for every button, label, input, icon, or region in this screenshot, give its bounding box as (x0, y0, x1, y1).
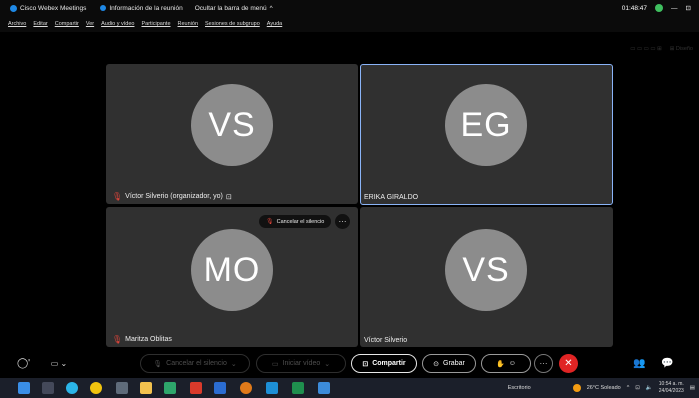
chat-bubble-icon[interactable]: 💬 (658, 354, 677, 373)
system-tray: Escritorio 26°C Soleado ^ ⊡ 🔈 10:54 a. m… (508, 378, 695, 398)
hide-menu-button[interactable]: Ocultar la barra de menú ^ (195, 5, 273, 12)
hand-reaction-group[interactable]: ✋ ☺ (481, 354, 531, 373)
desktop-toolbar[interactable]: Escritorio (508, 385, 531, 391)
chevron-down-icon: ⌄ (230, 360, 237, 368)
menu-archivo[interactable]: Archivo (8, 21, 26, 27)
layout-thumbnails[interactable]: ▭ ▭ ▭ ▭ ⊞ (630, 46, 662, 52)
info-icon (100, 5, 107, 11)
firefox-icon[interactable] (240, 382, 252, 394)
meeting-info-button[interactable]: Información de la reunión (100, 5, 183, 12)
network-icon[interactable]: ⊡ (635, 385, 640, 391)
weather-icon (572, 384, 581, 392)
volume-icon[interactable]: 🔈 (646, 385, 653, 391)
meeting-timer: 01:48:47 (621, 4, 648, 12)
video-tile[interactable]: VS Víctor Silverio (360, 207, 613, 347)
chat-icon[interactable]: ▭ ⌄ (46, 354, 72, 373)
mic-muted-icon: 🎙 (266, 219, 274, 225)
share-button[interactable]: ⊡ Compartir (351, 354, 417, 373)
participant-name: 🎙 Maritza Oblitas (112, 335, 172, 344)
unmute-pill-button[interactable]: 🎙 Cancelar el silencio (259, 215, 332, 228)
status-icon[interactable] (655, 4, 664, 12)
menu-reunion[interactable]: Reunión (178, 21, 199, 27)
avatar: MO (191, 229, 273, 311)
calculator-icon[interactable] (116, 382, 128, 394)
file-explorer-icon[interactable] (140, 382, 152, 394)
avatar: VS (191, 84, 273, 166)
chrome-icon[interactable] (90, 382, 102, 394)
participant-name: ERIKA GIRALDO (364, 194, 419, 201)
restore-button[interactable]: ⊡ (686, 4, 691, 12)
outlook-icon[interactable] (266, 382, 278, 394)
participant-name: Víctor Silverio (364, 337, 408, 344)
edge-icon[interactable] (66, 382, 78, 394)
menu-participante[interactable]: Participante (141, 21, 170, 27)
meeting-controls: ◯' ▭ ⌄ 🎙 Cancelar el silencio ⌄ ▭ Inicia… (0, 350, 699, 378)
record-button[interactable]: ⊙ Grabar (422, 354, 476, 373)
layout-controls: ▭ ▭ ▭ ▭ ⊞ ⊞ Diseño (630, 46, 693, 52)
app-title: Cisco Webex Meetings (10, 4, 87, 12)
weather-text[interactable]: 26°C Soleado (587, 385, 621, 391)
menu-editar[interactable]: Editar (33, 21, 47, 27)
webex-taskbar-icon[interactable] (318, 382, 330, 394)
app-title-text: Cisco Webex Meetings (20, 4, 87, 12)
layout-button[interactable]: ⊞ Diseño (670, 46, 693, 52)
participants-icon[interactable]: 👥 (630, 354, 649, 373)
avatar: EG (445, 84, 527, 166)
title-bar: Cisco Webex Meetings Información de la r… (0, 0, 699, 16)
minimize-button[interactable]: — (671, 5, 678, 12)
video-off-icon: ▭ (271, 360, 279, 368)
video-tile-active[interactable]: EG ERIKA GIRALDO (360, 64, 613, 205)
menu-ver[interactable]: Ver (86, 21, 94, 27)
menu-audio-video[interactable]: Audio y vídeo (101, 21, 134, 27)
start-video-button[interactable]: ▭ Iniciar vídeo ⌄ (256, 354, 346, 373)
webex-logo-icon (10, 4, 17, 12)
emoji-icon: ☺ (508, 360, 516, 367)
more-button[interactable]: ··· (534, 354, 553, 373)
menu-sesiones[interactable]: Sesiones de subgrupo (205, 21, 260, 27)
mic-muted-icon: 🎙 (112, 335, 123, 344)
menu-compartir[interactable]: Compartir (55, 21, 79, 27)
acrobat-icon[interactable] (190, 382, 202, 394)
menu-bar: Archivo Editar Compartir Ver Audio y víd… (0, 16, 699, 32)
mic-muted-icon: 🎙 (112, 192, 123, 201)
task-view-icon[interactable] (42, 382, 54, 394)
video-tile[interactable]: 🎙 Cancelar el silencio ··· MO 🎙 Maritza … (106, 207, 358, 347)
word-icon[interactable] (214, 382, 226, 394)
mic-icon: 🎙 (153, 360, 163, 368)
chevron-down-icon: ⌄ (324, 360, 331, 368)
reactions-icon[interactable]: ◯' (14, 354, 33, 373)
notifications-icon[interactable]: ▤ (690, 385, 695, 391)
raise-hand-icon: ✋ (496, 360, 505, 368)
avatar: VS (445, 229, 527, 311)
end-call-button[interactable]: ✕ (559, 354, 578, 373)
record-icon: ⊙ (433, 360, 440, 368)
screen-icon: ⊡ (225, 193, 232, 201)
windows-taskbar: Escritorio 26°C Soleado ^ ⊡ 🔈 10:54 a. m… (0, 378, 699, 398)
more-options-button[interactable]: ··· (335, 214, 350, 229)
participant-name: 🎙 Víctor Silverio (organizador, yo) ⊡ (112, 192, 232, 201)
share-icon: ⊡ (362, 360, 369, 368)
store-icon[interactable] (164, 382, 176, 394)
menu-ayuda[interactable]: Ayuda (267, 21, 283, 27)
chevron-up-icon: ^ (269, 4, 273, 12)
windows-start-icon[interactable] (18, 382, 30, 394)
unmute-button[interactable]: 🎙 Cancelar el silencio ⌄ (140, 354, 250, 373)
tray-overflow-icon[interactable]: ^ (627, 385, 630, 391)
excel-icon[interactable] (292, 382, 304, 394)
video-tile[interactable]: VS 🎙 Víctor Silverio (organizador, yo) ⊡ (106, 64, 358, 204)
clock[interactable]: 10:54 a. m. 24/04/2023 (659, 381, 684, 395)
